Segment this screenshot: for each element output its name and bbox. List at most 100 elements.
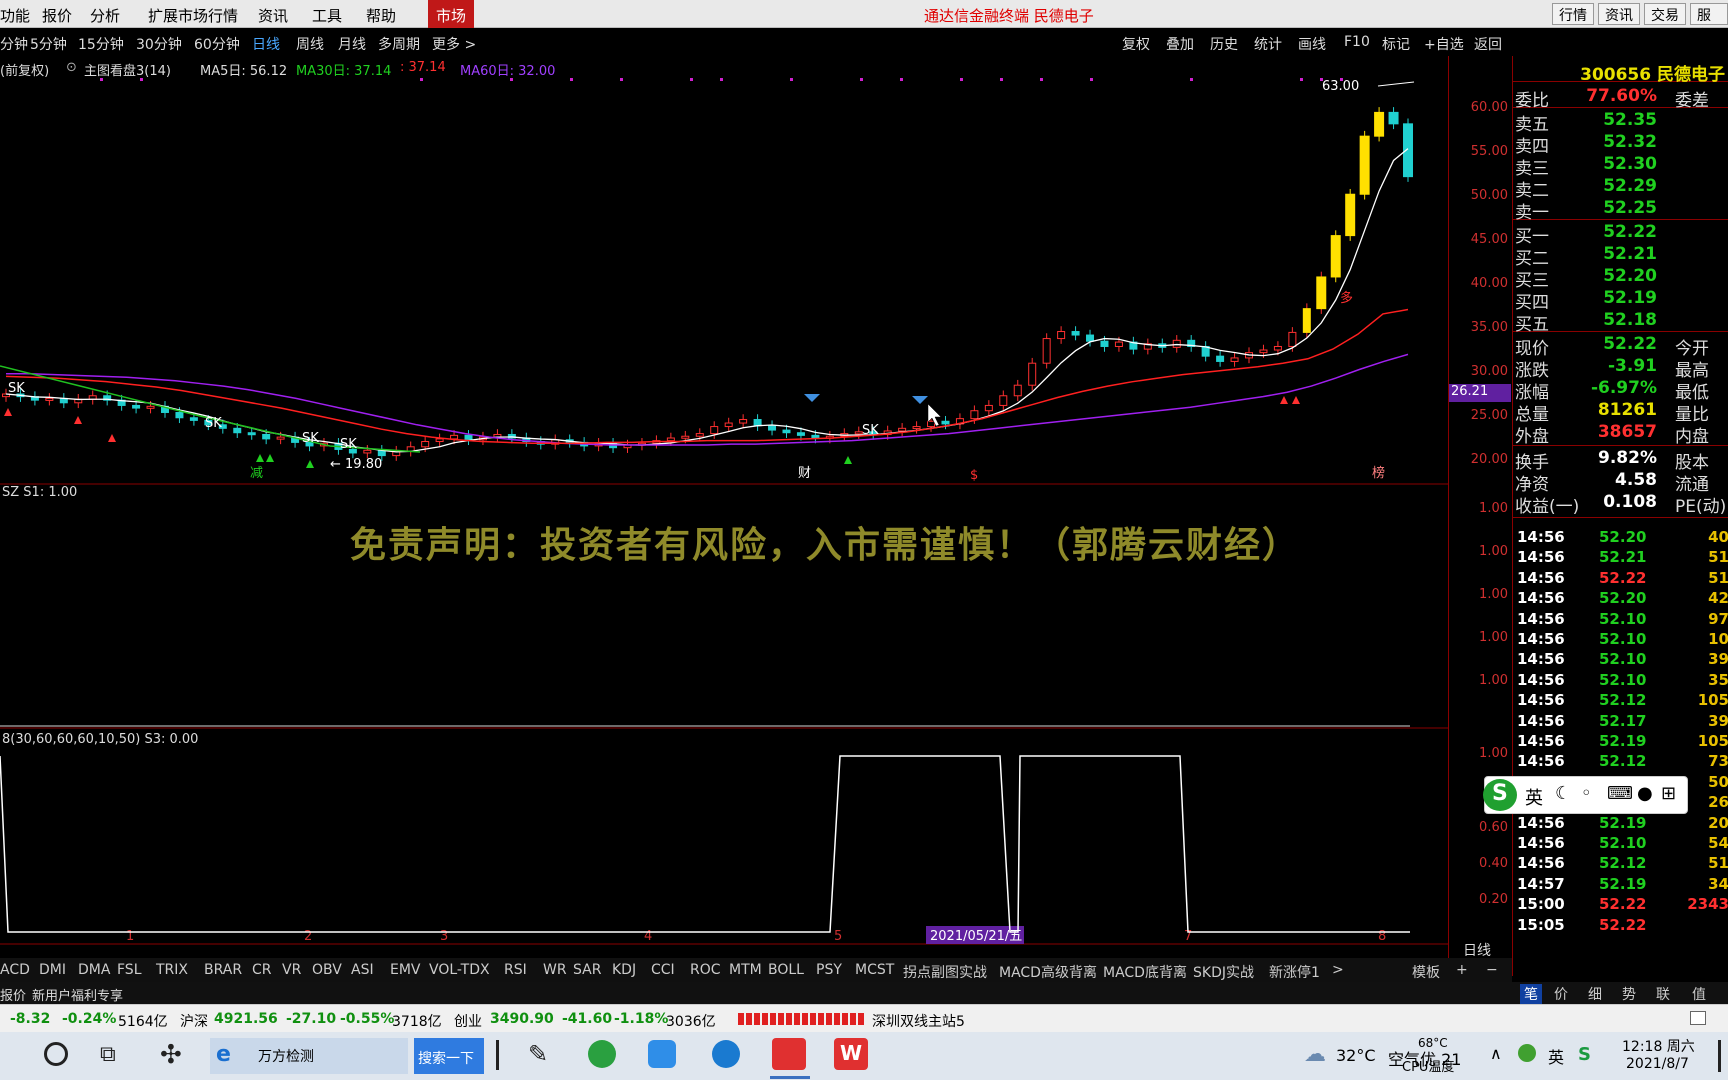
action-f10[interactable]: F10 <box>1344 34 1370 50</box>
indicator-tab[interactable]: MACD底背离 <box>1103 962 1187 982</box>
indicator-tab[interactable]: ACD <box>0 962 30 978</box>
ime-toolbar[interactable]: S 英 ☾ ◦ ⌨ ● ⊞ <box>1483 776 1688 814</box>
indicator-tab[interactable]: DMA <box>78 962 110 978</box>
indicator-tab[interactable]: FSL <box>117 962 142 978</box>
period-monthly[interactable]: 月线 <box>338 34 366 54</box>
menu-quote[interactable]: 报价 <box>42 5 72 26</box>
menu-extended-market[interactable]: 扩展市场行情 <box>148 5 238 26</box>
action-mark[interactable]: 标记 <box>1382 34 1410 54</box>
action-history[interactable]: 历史 <box>1210 34 1238 54</box>
indicator-tab[interactable]: MCST <box>855 962 894 978</box>
period-daily[interactable]: 日线 <box>252 34 280 54</box>
formula-toggle-icon[interactable]: ⊙ <box>66 60 77 75</box>
action-adjust[interactable]: 复权 <box>1122 34 1150 54</box>
status-promo[interactable]: 新用户福利专享 <box>32 985 123 1004</box>
action-back[interactable]: 返回 <box>1474 34 1502 54</box>
ime-tray-icon[interactable]: 英 <box>1548 1044 1564 1068</box>
button-trade[interactable]: 交易 <box>1644 3 1686 25</box>
menu-info[interactable]: 资讯 <box>258 5 288 26</box>
period-weekly[interactable]: 周线 <box>296 34 324 54</box>
indicator-tab[interactable]: MTM <box>729 962 762 978</box>
tab-trades[interactable]: 笔 <box>1520 984 1542 1004</box>
action-add-watchlist[interactable]: +自选 <box>1424 34 1464 54</box>
ime-punct-icon[interactable]: ◦ <box>1581 783 1592 804</box>
indicator-tab[interactable]: PSY <box>816 962 842 978</box>
indicator-tab[interactable]: WR <box>543 962 567 978</box>
green-browser-icon[interactable] <box>588 1040 616 1068</box>
indicator-tab[interactable]: EMV <box>390 962 421 978</box>
button-news[interactable]: 资讯 <box>1598 3 1640 25</box>
tab-value[interactable]: 值 <box>1692 984 1706 1004</box>
index-hs-label[interactable]: 沪深 <box>180 1011 208 1031</box>
period-more[interactable]: 更多 > <box>432 34 476 54</box>
ime-grid-icon[interactable]: ⊞ <box>1661 783 1676 804</box>
show-desktop[interactable] <box>1718 1040 1721 1072</box>
indicator-tab[interactable]: + <box>1456 962 1468 978</box>
button-service[interactable]: 服务 <box>1690 3 1728 44</box>
indicator-tab[interactable]: ROC <box>690 962 721 978</box>
menu-analysis[interactable]: 分析 <box>90 5 120 26</box>
menu-tools[interactable]: 工具 <box>312 5 342 26</box>
indicator-tab[interactable]: − <box>1486 962 1498 978</box>
action-stats[interactable]: 统计 <box>1254 34 1282 54</box>
ime-moon-icon[interactable]: ☾ <box>1555 783 1571 804</box>
clock-date[interactable]: 2021/8/7 <box>1626 1056 1689 1072</box>
indicator-tab[interactable]: CR <box>252 962 272 978</box>
period-15min[interactable]: 15分钟 <box>78 34 124 54</box>
period-multi[interactable]: 多周期 <box>378 34 420 54</box>
indicator-tab[interactable]: BOLL <box>768 962 804 978</box>
button-quotes[interactable]: 行情 <box>1552 3 1594 25</box>
menu-function[interactable]: 功能 <box>0 5 30 26</box>
indicator-tab[interactable]: 模板 <box>1412 962 1440 982</box>
indicator-tab[interactable]: RSI <box>504 962 527 978</box>
tab-trend[interactable]: 势 <box>1622 984 1636 1004</box>
status-quote[interactable]: 报价 <box>0 985 26 1004</box>
kline-chart[interactable]: 63.00← 19.80SKSK SKSKSK减财 $ 榜多2021/05/21/五1… <box>0 56 1448 966</box>
tab-link[interactable]: 联 <box>1656 984 1670 1004</box>
menu-help[interactable]: 帮助 <box>366 5 396 26</box>
tick-list[interactable]: 14:56 52.20 40 14:56 52.21 51 14:56 52.22 51 14:5… <box>1513 528 1728 978</box>
period-5min[interactable]: 5分钟 <box>30 34 67 54</box>
wps-icon[interactable]: W <box>834 1038 868 1070</box>
tdx-app-icon[interactable] <box>772 1038 806 1070</box>
sogou-icon[interactable] <box>712 1040 740 1068</box>
indicator-tab[interactable]: 新涨停1 <box>1269 962 1320 982</box>
tab-detail[interactable]: 细 <box>1588 984 1602 1004</box>
indicator-tab[interactable]: SAR <box>573 962 601 978</box>
tray-app-icon[interactable] <box>1518 1044 1536 1062</box>
period-60min[interactable]: 60分钟 <box>194 34 240 54</box>
period-1min[interactable]: 分钟 <box>0 34 28 54</box>
sogou-tray-icon[interactable]: S <box>1578 1044 1591 1065</box>
indicator-tab[interactable]: VOL-TDX <box>429 962 490 978</box>
server-station[interactable]: 深圳双线主站5 <box>872 1011 965 1031</box>
search-button[interactable]: 搜索一下 <box>414 1038 484 1074</box>
feishu-icon[interactable] <box>648 1040 676 1068</box>
indicator-tab[interactable]: DMI <box>39 962 66 978</box>
task-view-icon[interactable]: ⧉ <box>100 1042 116 1067</box>
indicator-tab[interactable]: 拐点副图实战 <box>903 962 987 982</box>
clock-time[interactable]: 12:18 周六 <box>1622 1036 1695 1056</box>
indicator-tab[interactable]: CCI <box>651 962 675 978</box>
window-toggle-icon[interactable] <box>1690 1011 1706 1025</box>
menu-market[interactable]: 市场 <box>428 0 475 28</box>
action-draw[interactable]: 画线 <box>1298 34 1326 54</box>
indicator-tab[interactable]: OBV <box>312 962 342 978</box>
ime-keyboard-icon[interactable]: ⌨ <box>1607 783 1633 804</box>
indicator-tab[interactable]: TRIX <box>156 962 188 978</box>
stock-code-name[interactable]: 300656 民德电子 <box>1580 60 1725 85</box>
indicator-tab[interactable]: KDJ <box>612 962 636 978</box>
cortana-icon[interactable] <box>44 1042 68 1066</box>
formula-name[interactable]: 主图看盘3(14) <box>84 60 171 79</box>
pinwheel-app-icon[interactable]: ✣ <box>160 1040 182 1070</box>
ime-user-icon[interactable]: ● <box>1637 783 1653 804</box>
tool-app-icon[interactable]: ✎ <box>528 1040 548 1068</box>
ime-lang[interactable]: 英 <box>1525 784 1543 810</box>
indicator-tab[interactable]: MACD高级背离 <box>999 962 1097 982</box>
period-30min[interactable]: 30分钟 <box>136 34 182 54</box>
indicator-tab[interactable]: > <box>1332 962 1344 978</box>
indicator-tab[interactable]: ASI <box>351 962 374 978</box>
action-overlay[interactable]: 叠加 <box>1166 34 1194 54</box>
index-cy-label[interactable]: 创业 <box>454 1011 482 1031</box>
tab-price[interactable]: 价 <box>1554 984 1568 1004</box>
indicator-tab[interactable]: VR <box>282 962 301 978</box>
